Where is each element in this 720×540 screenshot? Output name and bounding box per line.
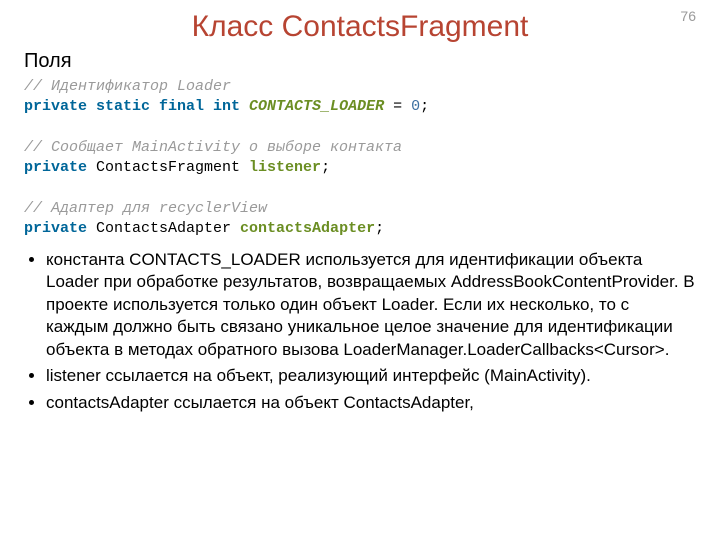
slide-subheading: Поля bbox=[24, 50, 696, 73]
page-number: 76 bbox=[680, 8, 696, 24]
code-keyword: private bbox=[24, 159, 87, 176]
code-block: // Идентификатор Loader private static f… bbox=[24, 77, 696, 239]
code-keyword: private static final int bbox=[24, 98, 240, 115]
code-keyword: private bbox=[24, 220, 87, 237]
slide-title: Класс ContactsFragment bbox=[24, 10, 696, 44]
code-comment: // Идентификатор Loader bbox=[24, 78, 231, 95]
code-type: ContactsAdapter bbox=[87, 220, 240, 237]
code-identifier: listener bbox=[249, 159, 321, 176]
code-operator: = bbox=[384, 98, 411, 115]
slide: 76 Класс ContactsFragment Поля // Иденти… bbox=[0, 0, 720, 540]
list-item: listener ссылается на объект, реализующи… bbox=[46, 365, 696, 387]
bullet-list: константа CONTACTS_LOADER используется д… bbox=[24, 249, 696, 414]
code-type: ContactsFragment bbox=[87, 159, 249, 176]
code-comment: // Сообщает MainActivity о выборе контак… bbox=[24, 139, 402, 156]
code-number: 0 bbox=[411, 98, 420, 115]
list-item: константа CONTACTS_LOADER используется д… bbox=[46, 249, 696, 361]
list-item: contactsAdapter ссылается на объект Cont… bbox=[46, 392, 696, 414]
code-comment: // Адаптер для recyclerView bbox=[24, 200, 267, 217]
code-punct: ; bbox=[375, 220, 384, 237]
code-punct: ; bbox=[321, 159, 330, 176]
code-identifier: contactsAdapter bbox=[240, 220, 375, 237]
code-punct: ; bbox=[420, 98, 429, 115]
code-identifier: CONTACTS_LOADER bbox=[240, 98, 384, 115]
